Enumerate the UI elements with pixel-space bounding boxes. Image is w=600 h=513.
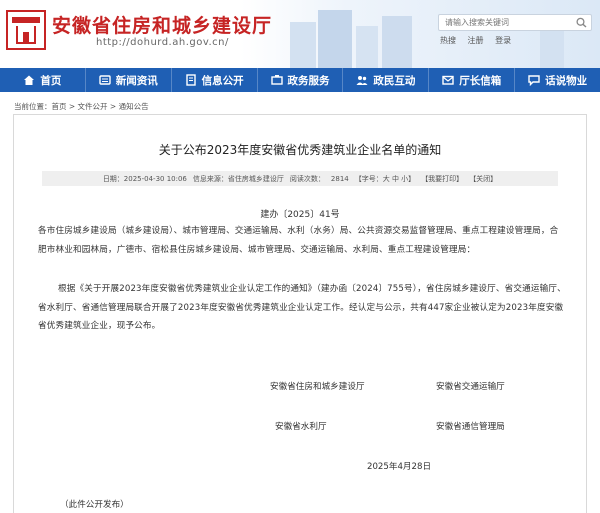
chat-icon [528, 75, 540, 86]
info-icon [185, 74, 196, 86]
top-links: 热搜 注册 登录 [440, 35, 520, 46]
nav-label: 厅长信箱 [459, 74, 502, 87]
search-box [438, 14, 592, 31]
print-button[interactable]: 【我要打印】 [421, 174, 463, 184]
site-header: 安徽省住房和城乡建设厅 http://dohurd.ah.gov.cn/ 热搜 … [0, 0, 600, 68]
search-icon[interactable] [575, 17, 588, 28]
signature-water-dept: 安徽省水利厅 [275, 422, 327, 432]
nav-label: 话说物业 [545, 74, 588, 87]
logo-roof [12, 17, 40, 23]
service-icon [270, 75, 283, 85]
signature-date: 2025年4月28日 [367, 462, 432, 472]
building-graphic [356, 26, 378, 68]
nav-item-property[interactable]: 话说物业 [515, 68, 600, 92]
nav-item-mailbox[interactable]: 厅长信箱 [429, 68, 516, 92]
close-button[interactable]: 【关闭】 [469, 174, 497, 184]
publication-note: （此件公开发布） [60, 500, 129, 510]
building-graphic [290, 22, 316, 68]
site-url: http://dohurd.ah.gov.cn/ [96, 37, 229, 48]
building-graphic [382, 16, 412, 68]
nav-item-info[interactable]: 信息公开 [172, 68, 258, 92]
site-logo-icon[interactable] [6, 10, 46, 50]
article-source: 信息来源：省住房城乡建设厅 [192, 174, 284, 183]
nav-item-interaction[interactable]: 政民互动 [343, 68, 430, 92]
article-info-bar: 日期：2025-04-30 10:06 信息来源：省住房城乡建设厅 阅读次数： … [42, 171, 558, 186]
breadcrumb[interactable]: 当前位置：首页 > 文件公开 > 通知公告 [14, 101, 149, 112]
signature-telecom-bureau: 安徽省通信管理局 [436, 422, 505, 432]
top-link-register[interactable]: 注册 [468, 36, 484, 45]
interaction-icon [356, 76, 368, 85]
top-link-hot[interactable]: 热搜 [440, 36, 456, 45]
mailbox-icon [442, 75, 454, 85]
nav-item-news[interactable]: 新闻资讯 [86, 68, 172, 92]
nav-item-home[interactable]: 首页 [0, 68, 86, 92]
nav-label: 信息公开 [201, 74, 244, 87]
nav-label: 新闻资讯 [115, 74, 158, 87]
building-graphic [318, 10, 352, 68]
article-date: 日期：2025-04-30 10:06 [102, 174, 187, 183]
article-paragraph-body: 根据《关于开展2023年度安徽省优秀建筑业企业认定工作的通知》（建办函〔2024… [38, 284, 566, 331]
article-paragraph-recipients: 各市住房城乡建设局（城乡建设局）、城市管理局、交通运输局、水利（水务）局、公共资… [38, 226, 559, 255]
main-nav: 首页 新闻资讯 信息公开 政务服务 政民互动 厅长信箱 话说物业 [0, 68, 600, 92]
logo-door [23, 32, 29, 44]
article-views: 2814 [330, 174, 349, 183]
signature-housing-dept: 安徽省住房和城乡建设厅 [270, 382, 365, 392]
home-icon [24, 75, 35, 85]
top-link-login[interactable]: 登录 [495, 36, 511, 45]
nav-label: 首页 [40, 74, 62, 87]
signature-transport-dept: 安徽省交通运输厅 [436, 382, 505, 392]
nav-label: 政务服务 [287, 74, 330, 87]
nav-label: 政民互动 [373, 74, 416, 87]
search-input[interactable] [439, 15, 571, 30]
font-size-controls[interactable]: 【字号：大 中 小】 [355, 174, 415, 184]
article-title: 关于公布2023年度安徽省优秀建筑业企业名单的通知 [158, 143, 442, 157]
news-icon [99, 75, 111, 85]
building-graphic [540, 30, 564, 68]
site-title[interactable]: 安徽省住房和城乡建设厅 [52, 11, 272, 38]
nav-item-service[interactable]: 政务服务 [258, 68, 344, 92]
document-number: 建办〔2025〕41号 [260, 210, 340, 220]
article-views-label: 阅读次数： [289, 174, 325, 183]
